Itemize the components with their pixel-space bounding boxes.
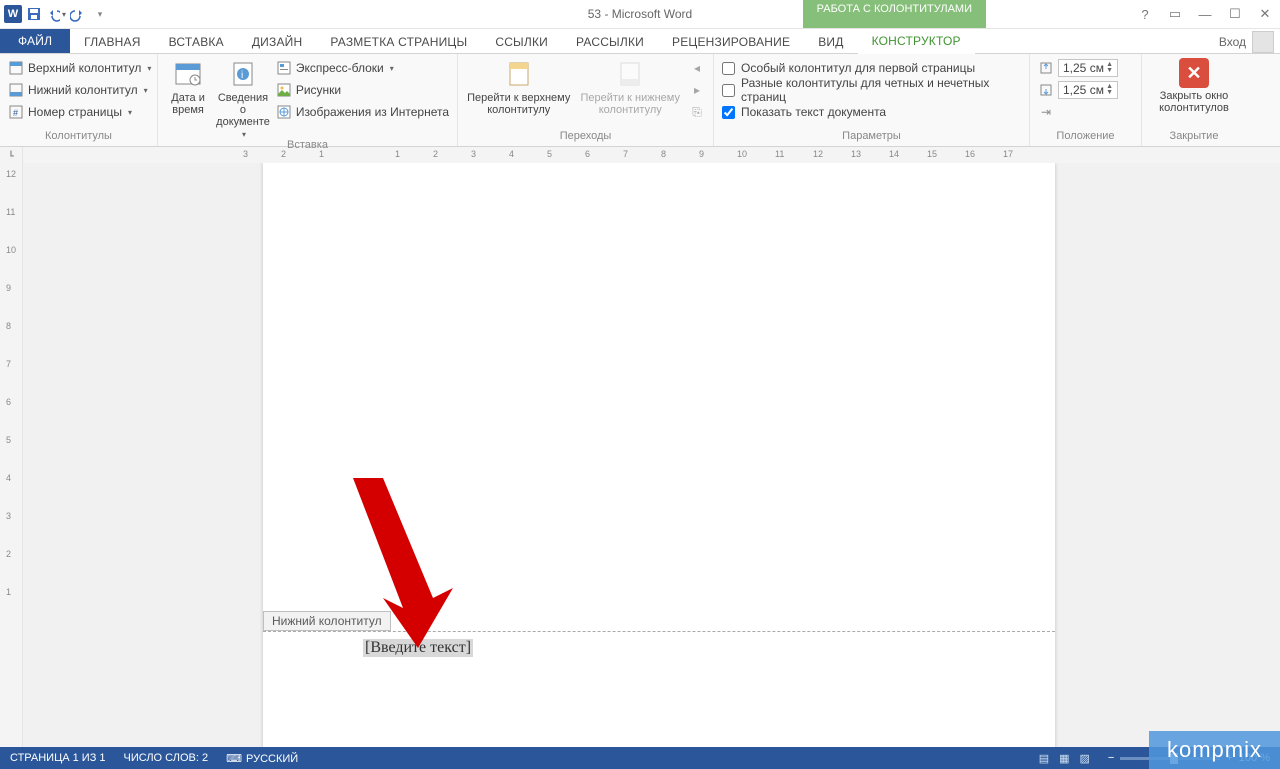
word-icon: W — [4, 5, 22, 23]
help-icon[interactable]: ? — [1134, 7, 1156, 22]
tab-file[interactable]: ФАЙЛ — [0, 29, 70, 53]
svg-text:i: i — [241, 70, 243, 81]
view-read-icon[interactable]: ▤ — [1039, 752, 1049, 765]
status-words[interactable]: ЧИСЛО СЛОВ: 2 — [124, 752, 209, 764]
avatar-icon — [1252, 31, 1274, 53]
status-bar: СТРАНИЦА 1 ИЗ 1 ЧИСЛО СЛОВ: 2 ⌨РУССКИЙ ▤… — [0, 747, 1280, 769]
date-time-button[interactable]: Дата и время — [166, 58, 210, 116]
picture-icon — [276, 82, 292, 98]
group-label-hf: Колонтитулы — [8, 130, 149, 144]
tab-references[interactable]: ССЫЛКИ — [481, 30, 562, 53]
context-tab-header: РАБОТА С КОЛОНТИТУЛАМИ — [803, 0, 986, 28]
qat-customize-icon[interactable]: ▾ — [90, 4, 110, 24]
close-hf-icon: ✕ — [1179, 58, 1209, 88]
work-area: 121110987654321 Нижний колонтитул [Введи… — [0, 163, 1280, 747]
group-header-footer: Верхний колонтитул▾ Нижний колонтитул▾ #… — [0, 54, 158, 146]
header-button[interactable]: Верхний колонтитул▾ — [8, 58, 151, 78]
tab-designer[interactable]: КОНСТРУКТОР — [858, 29, 975, 54]
nav-link: ⎘ — [689, 102, 705, 122]
view-print-icon[interactable]: ▦ — [1059, 752, 1069, 765]
pictures-button[interactable]: Рисунки — [276, 80, 449, 100]
tab-view[interactable]: ВИД — [804, 30, 857, 53]
goto-footer-button: Перейти к нижнему колонтитулу — [578, 58, 684, 116]
titlebar: W ▾ ▾ 53 - Microsoft Word РАБОТА С КОЛОН… — [0, 0, 1280, 29]
save-icon[interactable] — [24, 4, 44, 24]
group-position: 1,25 см▲▼ 1,25 см▲▼ ⇥ Положение — [1030, 54, 1142, 146]
vertical-ruler[interactable]: 121110987654321 — [0, 163, 23, 747]
ribbon-display-icon[interactable]: ▭ — [1164, 6, 1186, 22]
window-title: 53 - Microsoft Word — [588, 7, 692, 21]
tab-design[interactable]: ДИЗАЙН — [238, 30, 317, 53]
status-page[interactable]: СТРАНИЦА 1 ИЗ 1 — [10, 752, 106, 764]
status-lang[interactable]: ⌨РУССКИЙ — [226, 752, 298, 765]
tab-mailings[interactable]: РАССЫЛКИ — [562, 30, 658, 53]
header-icon — [8, 60, 24, 76]
signin[interactable]: Вход — [1219, 31, 1274, 53]
calendar-icon — [172, 58, 204, 90]
tab-icon: ⇥ — [1038, 104, 1054, 120]
insert-alignment-tab[interactable]: ⇥ — [1038, 102, 1118, 122]
page-number-button[interactable]: #Номер страницы▾ — [8, 102, 151, 122]
tab-layout[interactable]: РАЗМЕТКА СТРАНИЦЫ — [316, 30, 481, 53]
watermark: kompmix — [1149, 731, 1280, 769]
signin-label: Вход — [1219, 35, 1246, 49]
online-pictures-button[interactable]: Изображения из Интернета — [276, 102, 449, 122]
quick-parts-icon — [276, 60, 292, 76]
zoom-out-icon[interactable]: − — [1108, 752, 1114, 764]
margin-bottom-icon — [1038, 82, 1054, 98]
group-options: Особый колонтитул для первой страницы Ра… — [714, 54, 1030, 146]
maximize-icon[interactable]: ☐ — [1224, 6, 1246, 22]
redo-icon[interactable] — [68, 4, 88, 24]
close-header-footer-button[interactable]: ✕ Закрыть окно колонтитулов — [1150, 58, 1238, 114]
group-close: ✕ Закрыть окно колонтитулов Закрытие — [1142, 54, 1246, 146]
group-label-nav: Переходы — [466, 130, 705, 144]
doc-info-button[interactable]: i Сведения о документе▾ — [216, 58, 270, 139]
tab-review[interactable]: РЕЦЕНЗИРОВАНИЕ — [658, 30, 804, 53]
footer-from-bottom[interactable]: 1,25 см▲▼ — [1038, 80, 1118, 100]
minimize-icon[interactable]: — — [1194, 7, 1216, 22]
group-label-options: Параметры — [722, 130, 1021, 144]
quick-access-toolbar: W ▾ ▾ — [0, 4, 110, 24]
opt-first-page[interactable]: Особый колонтитул для первой страницы — [722, 58, 1021, 78]
footer-separator — [263, 631, 1055, 632]
undo-icon[interactable]: ▾ — [46, 4, 66, 24]
close-icon[interactable]: ✕ — [1254, 6, 1276, 22]
view-buttons: ▤ ▦ ▨ — [1039, 752, 1090, 765]
page: Нижний колонтитул [Введите текст] — [263, 163, 1055, 747]
group-label-position: Положение — [1038, 130, 1133, 144]
goto-header-icon — [503, 58, 535, 90]
window-controls: ? ▭ — ☐ ✕ — [1134, 0, 1276, 28]
footer-icon — [8, 82, 24, 98]
quick-parts-button[interactable]: Экспресс-блоки▾ — [276, 58, 449, 78]
group-navigation: Перейти к верхнему колонтитулу Перейти к… — [458, 54, 714, 146]
footer-tag: Нижний колонтитул — [263, 611, 391, 631]
nav-prev: ◂ — [689, 58, 705, 78]
svg-text:#: # — [13, 108, 18, 118]
footer-placeholder[interactable]: [Введите текст] — [363, 639, 473, 657]
online-picture-icon — [276, 104, 292, 120]
document-canvas[interactable]: Нижний колонтитул [Введите текст] — [23, 163, 1280, 747]
view-web-icon[interactable]: ▨ — [1080, 752, 1090, 765]
tab-insert[interactable]: ВСТАВКА — [155, 30, 238, 53]
footer-button[interactable]: Нижний колонтитул▾ — [8, 80, 151, 100]
doc-info-icon: i — [227, 58, 259, 90]
margin-top-icon — [1038, 60, 1054, 76]
header-from-top[interactable]: 1,25 см▲▼ — [1038, 58, 1118, 78]
opt-odd-even[interactable]: Разные колонтитулы для четных и нечетных… — [722, 80, 1021, 100]
opt-show-doc[interactable]: Показать текст документа — [722, 102, 1021, 122]
group-label-close: Закрытие — [1150, 130, 1238, 144]
nav-next: ▸ — [689, 80, 705, 100]
ribbon: Верхний колонтитул▾ Нижний колонтитул▾ #… — [0, 54, 1280, 147]
page-number-icon: # — [8, 104, 24, 120]
ribbon-tabs: ФАЙЛ ГЛАВНАЯ ВСТАВКА ДИЗАЙН РАЗМЕТКА СТР… — [0, 29, 1280, 54]
goto-footer-icon — [614, 58, 646, 90]
group-insert: Дата и время i Сведения о документе▾ Экс… — [158, 54, 458, 146]
tab-home[interactable]: ГЛАВНАЯ — [70, 30, 154, 53]
goto-header-button[interactable]: Перейти к верхнему колонтитулу — [466, 58, 572, 116]
